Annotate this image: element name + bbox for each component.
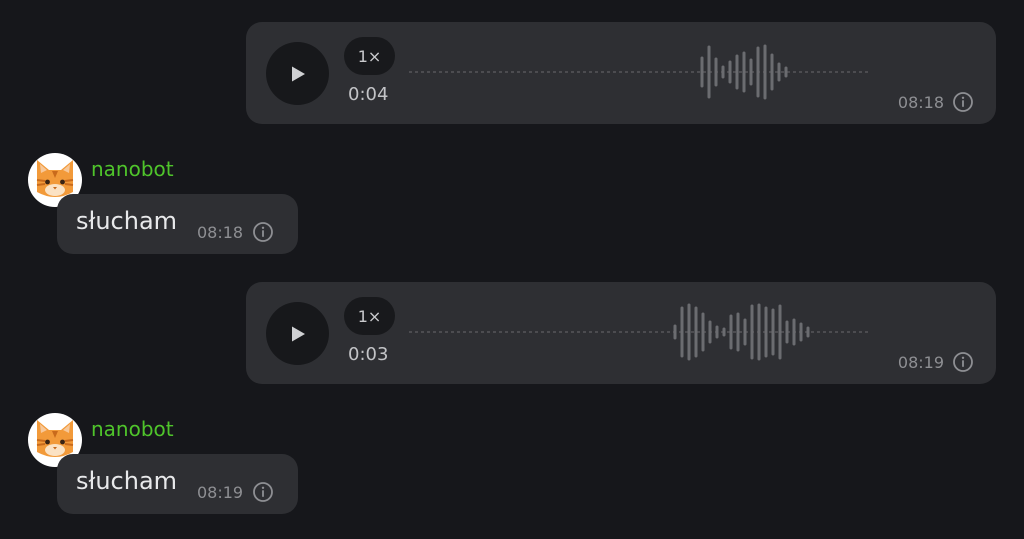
playback-speed-button[interactable]: 1×	[344, 297, 395, 335]
play-button[interactable]	[266, 302, 329, 365]
message-meta: 08:18	[197, 221, 274, 243]
play-button[interactable]	[266, 42, 329, 105]
play-icon	[291, 326, 305, 341]
message-time: 08:19	[197, 482, 244, 502]
message-meta: 08:19	[898, 351, 974, 373]
message-text: słucham	[76, 467, 178, 495]
info-icon[interactable]	[252, 481, 274, 503]
chat-view: 1× 0:04 08:18 nanobot słucham 08:18 1× 0…	[0, 0, 1024, 539]
playback-speed-button[interactable]: 1×	[344, 37, 395, 75]
play-icon	[291, 66, 305, 81]
message-meta: 08:18	[898, 91, 974, 113]
voice-message-bubble: 1× 0:03 08:19	[246, 282, 996, 384]
voice-message-bubble: 1× 0:04 08:18	[246, 22, 996, 124]
sender-name[interactable]: nanobot	[91, 157, 174, 181]
info-icon[interactable]	[252, 221, 274, 243]
audio-waveform[interactable]	[409, 40, 879, 104]
text-message-bubble: słucham 08:19	[57, 454, 298, 514]
message-time: 08:18	[897, 92, 944, 112]
info-icon[interactable]	[952, 91, 974, 113]
voice-duration: 0:04	[348, 84, 389, 105]
message-meta: 08:19	[197, 481, 274, 503]
audio-waveform[interactable]	[409, 300, 879, 364]
message-text: słucham	[76, 207, 178, 235]
message-time: 08:19	[897, 352, 944, 372]
text-message-bubble: słucham 08:18	[57, 194, 298, 254]
sender-name[interactable]: nanobot	[91, 417, 174, 441]
message-time: 08:18	[197, 222, 244, 242]
info-icon[interactable]	[952, 351, 974, 373]
voice-duration: 0:03	[348, 344, 389, 365]
